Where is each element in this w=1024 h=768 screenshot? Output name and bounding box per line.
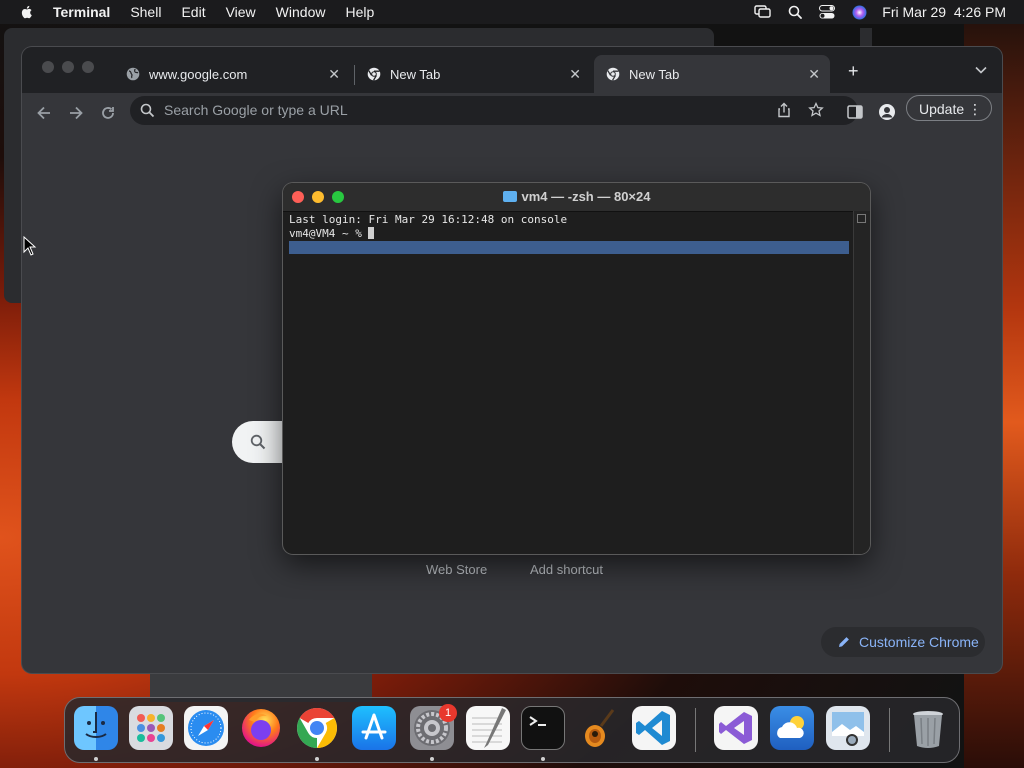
terminal-cursor — [368, 227, 375, 239]
customize-chrome-label: Customize Chrome — [859, 634, 979, 650]
customize-chrome-button[interactable]: Customize Chrome — [821, 627, 985, 657]
folder-icon — [502, 191, 517, 202]
terminal-output[interactable]: Last login: Fri Mar 29 16:12:48 on conso… — [289, 213, 567, 241]
app-store-icon[interactable] — [352, 706, 396, 750]
tab-strip: www.google.com ✕ New Tab ✕ New Tab ✕ + — [22, 47, 1002, 93]
dock-separator — [889, 708, 890, 752]
tab-search-chevron-icon[interactable] — [974, 63, 988, 77]
notification-badge: 1 — [439, 704, 457, 722]
terminal-prompt: vm4@VM4 ~ % — [289, 227, 369, 240]
terminal-title-text: vm4 — -zsh — 80×24 — [521, 189, 651, 204]
finder-icon[interactable] — [74, 706, 118, 750]
running-indicator — [315, 757, 319, 761]
window-close-button[interactable] — [42, 61, 54, 73]
menu-clock[interactable]: Fri Mar 29 4:26 PM — [882, 4, 1006, 20]
search-icon — [140, 103, 155, 118]
new-tab-button[interactable]: + — [848, 61, 859, 82]
tab-close-icon[interactable]: ✕ — [328, 66, 340, 83]
address-bar[interactable]: Search Google or type a URL — [130, 96, 858, 125]
side-panel-icon[interactable] — [846, 103, 864, 121]
menu-window[interactable]: Window — [276, 4, 326, 20]
update-label: Update — [919, 101, 965, 117]
tab-google[interactable]: www.google.com ✕ — [114, 55, 350, 93]
web-store-link[interactable]: Web Store — [426, 562, 487, 577]
running-indicator — [541, 757, 545, 761]
dock — [64, 697, 960, 763]
mouse-pointer-icon — [23, 236, 37, 256]
preview-icon[interactable] — [826, 706, 870, 750]
tab-close-icon[interactable]: ✕ — [808, 66, 820, 83]
firefox-icon[interactable] — [239, 706, 283, 750]
menu-shell[interactable]: Shell — [130, 4, 161, 20]
visual-studio-icon[interactable] — [714, 706, 758, 750]
siri-icon[interactable] — [850, 4, 868, 20]
vscode-icon[interactable] — [632, 706, 676, 750]
window-minimize-button[interactable] — [62, 61, 74, 73]
reload-icon[interactable] — [98, 103, 118, 123]
chrome-icon — [367, 67, 381, 81]
running-indicator — [94, 757, 98, 761]
terminal-icon[interactable] — [521, 706, 565, 750]
launchpad-icon[interactable] — [129, 706, 173, 750]
terminal-scrollbar[interactable] — [853, 211, 870, 554]
control-center-icon[interactable] — [818, 4, 836, 20]
terminal-line-login: Last login: Fri Mar 29 16:12:48 on conso… — [289, 213, 568, 226]
window-zoom-button[interactable] — [82, 61, 94, 73]
add-shortcut-link[interactable]: Add shortcut — [530, 562, 603, 577]
tab-title: www.google.com — [149, 66, 248, 82]
tab-new-tab-1[interactable]: New Tab ✕ — [355, 55, 591, 93]
terminal-window[interactable]: vm4 — -zsh — 80×24 Last login: Fri Mar 2… — [283, 183, 870, 554]
back-arrow-icon[interactable] — [34, 103, 54, 123]
running-indicator — [430, 757, 434, 761]
menu-app-name[interactable]: Terminal — [53, 4, 110, 20]
scrollbar-thumb[interactable] — [857, 214, 866, 223]
garageband-icon[interactable] — [577, 706, 621, 750]
address-bar-placeholder: Search Google or type a URL — [164, 102, 348, 118]
tab-title: New Tab — [390, 66, 441, 82]
more-vert-icon[interactable]: ⋮ — [968, 96, 982, 122]
globe-icon — [126, 67, 140, 81]
share-icon[interactable] — [776, 102, 792, 118]
screen-mirroring-icon[interactable] — [754, 4, 772, 20]
chrome-icon[interactable] — [295, 706, 339, 750]
menu-help[interactable]: Help — [345, 4, 374, 20]
trash-icon[interactable] — [906, 706, 950, 750]
chrome-icon — [606, 67, 620, 81]
tab-title: New Tab — [629, 66, 680, 82]
spotlight-search-icon[interactable] — [786, 4, 804, 20]
safari-icon[interactable] — [184, 706, 228, 750]
tab-new-tab-2[interactable]: New Tab ✕ — [594, 55, 830, 93]
weather-icon[interactable] — [770, 706, 814, 750]
bookmark-star-icon[interactable] — [808, 102, 824, 118]
menu-edit[interactable]: Edit — [181, 4, 205, 20]
apple-icon[interactable] — [19, 4, 35, 20]
browser-toolbar: Search Google or type a URL Update ⋮ — [22, 93, 1002, 133]
tab-close-icon[interactable]: ✕ — [569, 66, 581, 83]
forward-arrow-icon[interactable] — [66, 103, 86, 123]
search-icon — [250, 434, 266, 450]
profile-avatar-icon[interactable] — [878, 103, 896, 121]
menu-bar: Terminal Shell Edit View Window Help Fri… — [0, 0, 1024, 24]
terminal-title: vm4 — -zsh — 80×24 — [283, 189, 870, 204]
menu-view[interactable]: View — [226, 4, 256, 20]
update-button[interactable]: Update ⋮ — [906, 95, 992, 121]
textedit-icon[interactable] — [466, 706, 510, 750]
terminal-selection-highlight — [289, 241, 849, 254]
dock-separator — [695, 708, 696, 752]
pencil-icon — [839, 637, 849, 647]
terminal-title-bar[interactable]: vm4 — -zsh — 80×24 — [283, 183, 870, 212]
background-window-edge — [860, 28, 872, 48]
